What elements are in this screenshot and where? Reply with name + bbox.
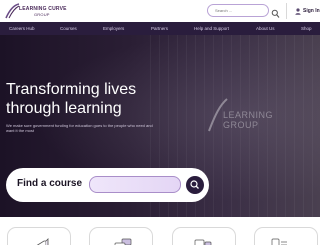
site-logo[interactable]: LEARNING CURVE GROUP xyxy=(4,3,84,20)
hero-title: Transforming lives through learning xyxy=(6,81,137,117)
nav-item-about-us[interactable]: About Us xyxy=(256,22,275,35)
find-course-search-button[interactable] xyxy=(186,176,204,194)
site-search[interactable] xyxy=(207,4,269,17)
speech-bubble-icon xyxy=(114,238,132,245)
category-card-3[interactable] xyxy=(172,227,236,245)
document-icon xyxy=(271,238,287,245)
find-course-input[interactable] xyxy=(89,176,181,193)
search-icon[interactable] xyxy=(271,6,280,18)
nav-item-partners[interactable]: Partners xyxy=(151,22,168,35)
main-nav: Careers Hub Courses Employers Partners H… xyxy=(0,22,320,35)
megaphone-icon xyxy=(36,238,49,245)
logo-subtext: GROUP xyxy=(34,12,50,17)
nav-item-careers-hub[interactable]: Careers Hub xyxy=(9,22,35,35)
nav-item-shop[interactable]: Shop xyxy=(301,22,312,35)
nav-item-courses[interactable]: Courses xyxy=(60,22,77,35)
category-card-1[interactable] xyxy=(7,227,71,245)
nav-item-employers[interactable]: Employers xyxy=(103,22,124,35)
sign-in-label: Sign In xyxy=(303,8,320,14)
hero-subtitle: We make sure government funding for educ… xyxy=(6,123,153,133)
search-input[interactable] xyxy=(208,5,268,16)
watermark-text-line-1: LEARNING xyxy=(223,110,274,120)
watermark-text-line-2: GROUP xyxy=(223,120,259,130)
category-card-2[interactable] xyxy=(89,227,153,245)
site-header: LEARNING CURVE GROUP Sign In xyxy=(0,0,320,22)
find-course-panel: Find a course xyxy=(6,168,209,202)
hero-watermark-logo: LEARNING GROUP xyxy=(206,95,296,135)
logo-swoosh-icon xyxy=(5,3,20,19)
watermark-text: LEARNING GROUP xyxy=(223,110,273,130)
search-icon xyxy=(190,180,199,189)
sign-in-button[interactable]: Sign In xyxy=(295,6,320,16)
category-cards-row xyxy=(0,217,320,245)
category-card-4[interactable] xyxy=(254,227,318,245)
nav-item-help-and-support[interactable]: Help and Support xyxy=(194,22,229,35)
header-divider xyxy=(286,3,287,19)
certificate-icon xyxy=(194,239,212,245)
find-course-label: Find a course xyxy=(17,178,83,189)
user-icon xyxy=(295,2,301,20)
